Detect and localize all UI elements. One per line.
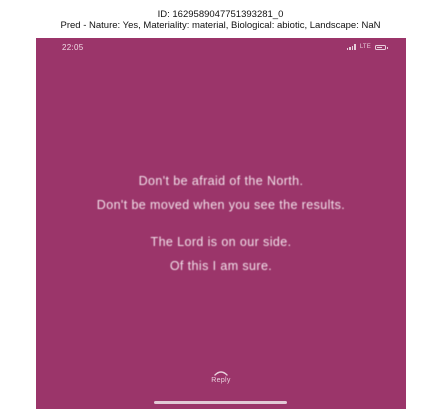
signal-icon xyxy=(346,44,356,50)
battery-icon xyxy=(375,44,388,50)
message-line: The Lord is on our side. xyxy=(150,235,292,249)
message-line: Of this I am sure. xyxy=(169,259,273,273)
phone-screen: 22:05 LTE Don't be afraid of the North. … xyxy=(36,38,406,409)
network-label: LTE xyxy=(359,44,371,50)
image-id-caption: ID: 1629589047751393281_0 xyxy=(157,9,284,20)
status-icons: LTE xyxy=(346,44,388,50)
status-bar: 22:05 LTE xyxy=(36,38,406,60)
home-indicator[interactable] xyxy=(154,401,287,404)
reply-button[interactable]: Reply xyxy=(191,369,251,389)
message-line: Don't be afraid of the North. xyxy=(138,174,304,188)
chevron-up-icon xyxy=(214,371,228,376)
status-time: 22:05 xyxy=(62,43,84,52)
prediction-caption: Pred - Nature: Yes, Materiality: materia… xyxy=(60,20,381,31)
message-line: Don't be moved when you see the results. xyxy=(96,198,346,212)
reply-label: Reply xyxy=(211,377,231,384)
